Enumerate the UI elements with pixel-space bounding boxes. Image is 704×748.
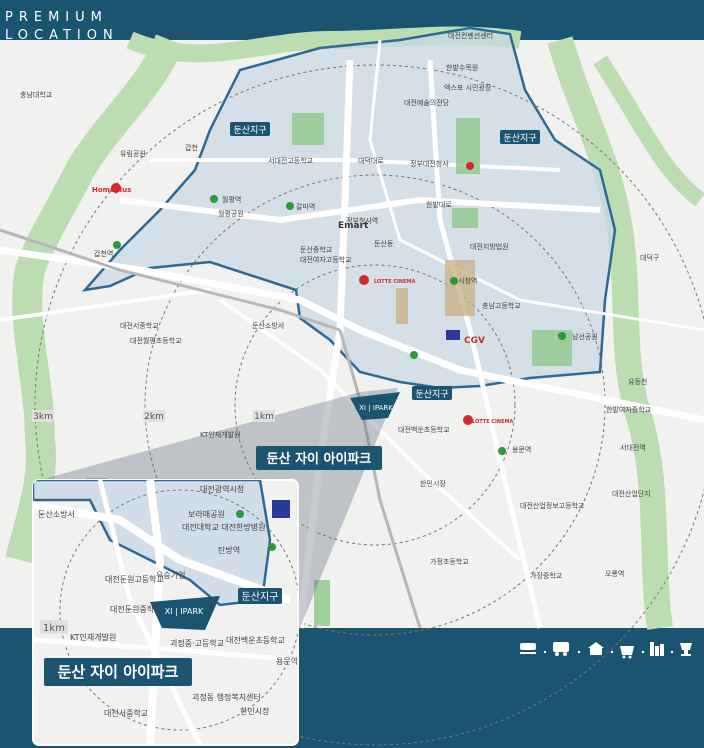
label-hanmin-market: 한민시장 <box>420 479 446 488</box>
label-dunsan-dong: 둔산동 <box>374 239 394 248</box>
site-badge: XI | IPARK <box>359 404 393 412</box>
label-kt-institute: KT인재개발원 <box>200 430 241 439</box>
label-chungnam-hs: 충남고등학교 <box>482 301 521 310</box>
label-namseon-park: 남선공원 <box>572 332 598 341</box>
inset-radius-label: 1km <box>43 623 65 634</box>
label-lotte-cinema-1: LOTTE CINEMA <box>374 279 415 285</box>
label-industrial-complex: 대전산업단지 <box>612 489 651 498</box>
label-hanbat-girls-ms: 한밭여자중학교 <box>606 405 652 414</box>
inset-label-kt-institute: KT인재개발원 <box>70 632 116 642</box>
inset-label-fire-station: 둔산소방서 <box>38 509 75 519</box>
label-gov-complex: 정부대전청사 <box>410 159 449 168</box>
inset-label-goejeong-school: 괴정중·고등학교 <box>170 638 224 648</box>
label-gajang-ms: 가장중학교 <box>530 571 563 580</box>
label-seo-ms: 대전서중학교 <box>120 321 159 330</box>
label-galma-stn: 갈마역 <box>296 202 315 211</box>
inset-label-yongmun-stn: 용문역 <box>276 656 298 666</box>
label-daedeok-gu: 대덕구 <box>640 253 660 262</box>
inset-label-seo-ms: 대전서중학교 <box>104 708 148 718</box>
label-expo-plaza: 엑스포 시민광장 <box>444 83 492 92</box>
label-girls-hs: 대전여자고등학교 <box>300 255 352 264</box>
inset-label-boramae-park: 보라매공원 <box>188 510 225 519</box>
label-industry-hs: 대전산업정보고등학교 <box>520 501 585 510</box>
label-baekun-es: 대전백운초등학교 <box>398 425 450 434</box>
inset-district-label: 둔산지구 <box>242 591 279 603</box>
label-kaist: 카이스트 <box>170 29 196 38</box>
label-district-court: 대전지방법원 <box>470 242 509 251</box>
label-hanbat-arboretum: 한밭수목원 <box>446 63 478 72</box>
district-label-east: 둔산지구 <box>503 133 536 144</box>
inset-label-dunwon-ms: 대전둔원중학교 <box>110 604 162 614</box>
legend-dot <box>641 650 645 654</box>
legend-dot <box>670 650 674 654</box>
label-seodaejeon-stn: 서대전역 <box>620 443 646 452</box>
radius-label-3km: 3km <box>33 412 53 422</box>
district-label-west: 둔산지구 <box>233 125 266 136</box>
radius-label-2km: 2km <box>144 412 164 422</box>
header-premium: PREMIUM <box>5 10 108 25</box>
label-lotte-cinema-2: LOTTE CINEMA <box>472 419 513 425</box>
label-gov-stn: 정부청사역 <box>346 216 378 225</box>
inset-label-tanbang-stn: 탄방역 <box>218 545 240 555</box>
inset-label-goejeong-office: 괴정동 행정복지센터 <box>192 692 261 702</box>
legend-dot <box>610 650 614 654</box>
label-city-hall-stn: 시청역 <box>458 276 477 285</box>
label-wolpyeong-es: 대전월평초등학교 <box>130 336 182 345</box>
inset-zoom-map: XI | IPARK 둔산지구 1km 대전광역시청 보라매공원 대전대학교 대… <box>32 479 299 746</box>
label-fire-station: 둔산소방서 <box>252 321 284 330</box>
inset-site-name-label: 둔산 자이 아이파크 <box>58 663 179 681</box>
inset-label-city-hall: 대전광역시청 <box>200 484 244 494</box>
label-daedeok-daero: 대덕대로 <box>358 156 384 165</box>
label-cgv: CGV <box>464 336 485 346</box>
inset-label-hanmin-market: 한민시장 <box>240 706 270 716</box>
label-dunsan-ms: 둔산중학교 <box>300 245 333 254</box>
label-arts-center: 대전예술의전당 <box>404 98 450 107</box>
label-gajeong-es: 가정초등학교 <box>430 557 469 566</box>
legend-dot <box>543 650 547 654</box>
legend-dot <box>577 650 581 654</box>
location-map: 둔산지구 둔산지구 둔산지구 XI | IPARK 둔산 자이 아이파크 1km… <box>0 0 704 748</box>
label-convention: 대전컨벤션센터 <box>448 31 493 40</box>
site-name-label: 둔산 자이 아이파크 <box>267 451 372 467</box>
label-wolpyeong-park: 월평공원 <box>218 209 244 218</box>
inset-site-badge: XI | IPARK <box>165 607 204 616</box>
label-homeplus: Homeplus <box>92 186 131 194</box>
train-icon <box>520 643 536 654</box>
radius-label-1km: 1km <box>254 412 274 422</box>
label-gapcheon: 갑천 <box>185 143 198 152</box>
inset-label-dunwon-hs: 대전둔원고등학교 <box>105 574 164 584</box>
label-gapcheon-stn: 갑천역 <box>94 249 113 258</box>
label-yudeungcheon: 유등천 <box>628 377 647 386</box>
label-seodaejeon-hs: 서대전고등학교 <box>268 156 314 165</box>
label-hanbat-daero: 한밭대로 <box>426 200 452 209</box>
label-wolpyeong-stn: 월평역 <box>222 195 241 204</box>
label-yongmun-stn: 용문역 <box>512 445 531 454</box>
label-yurim-park: 유림공원 <box>120 149 146 158</box>
inset-label-daejeon-univ-hospital: 대전대학교 대전한방병원 <box>182 522 266 532</box>
inset-label-baekun-es: 대전백운초등학교 <box>226 635 285 645</box>
header-location: LOCATION <box>5 28 119 43</box>
label-oryong-stn: 오룡역 <box>605 569 624 578</box>
district-label-south: 둔산지구 <box>415 389 448 400</box>
label-chungnam-univ: 충남대학교 <box>20 90 53 99</box>
